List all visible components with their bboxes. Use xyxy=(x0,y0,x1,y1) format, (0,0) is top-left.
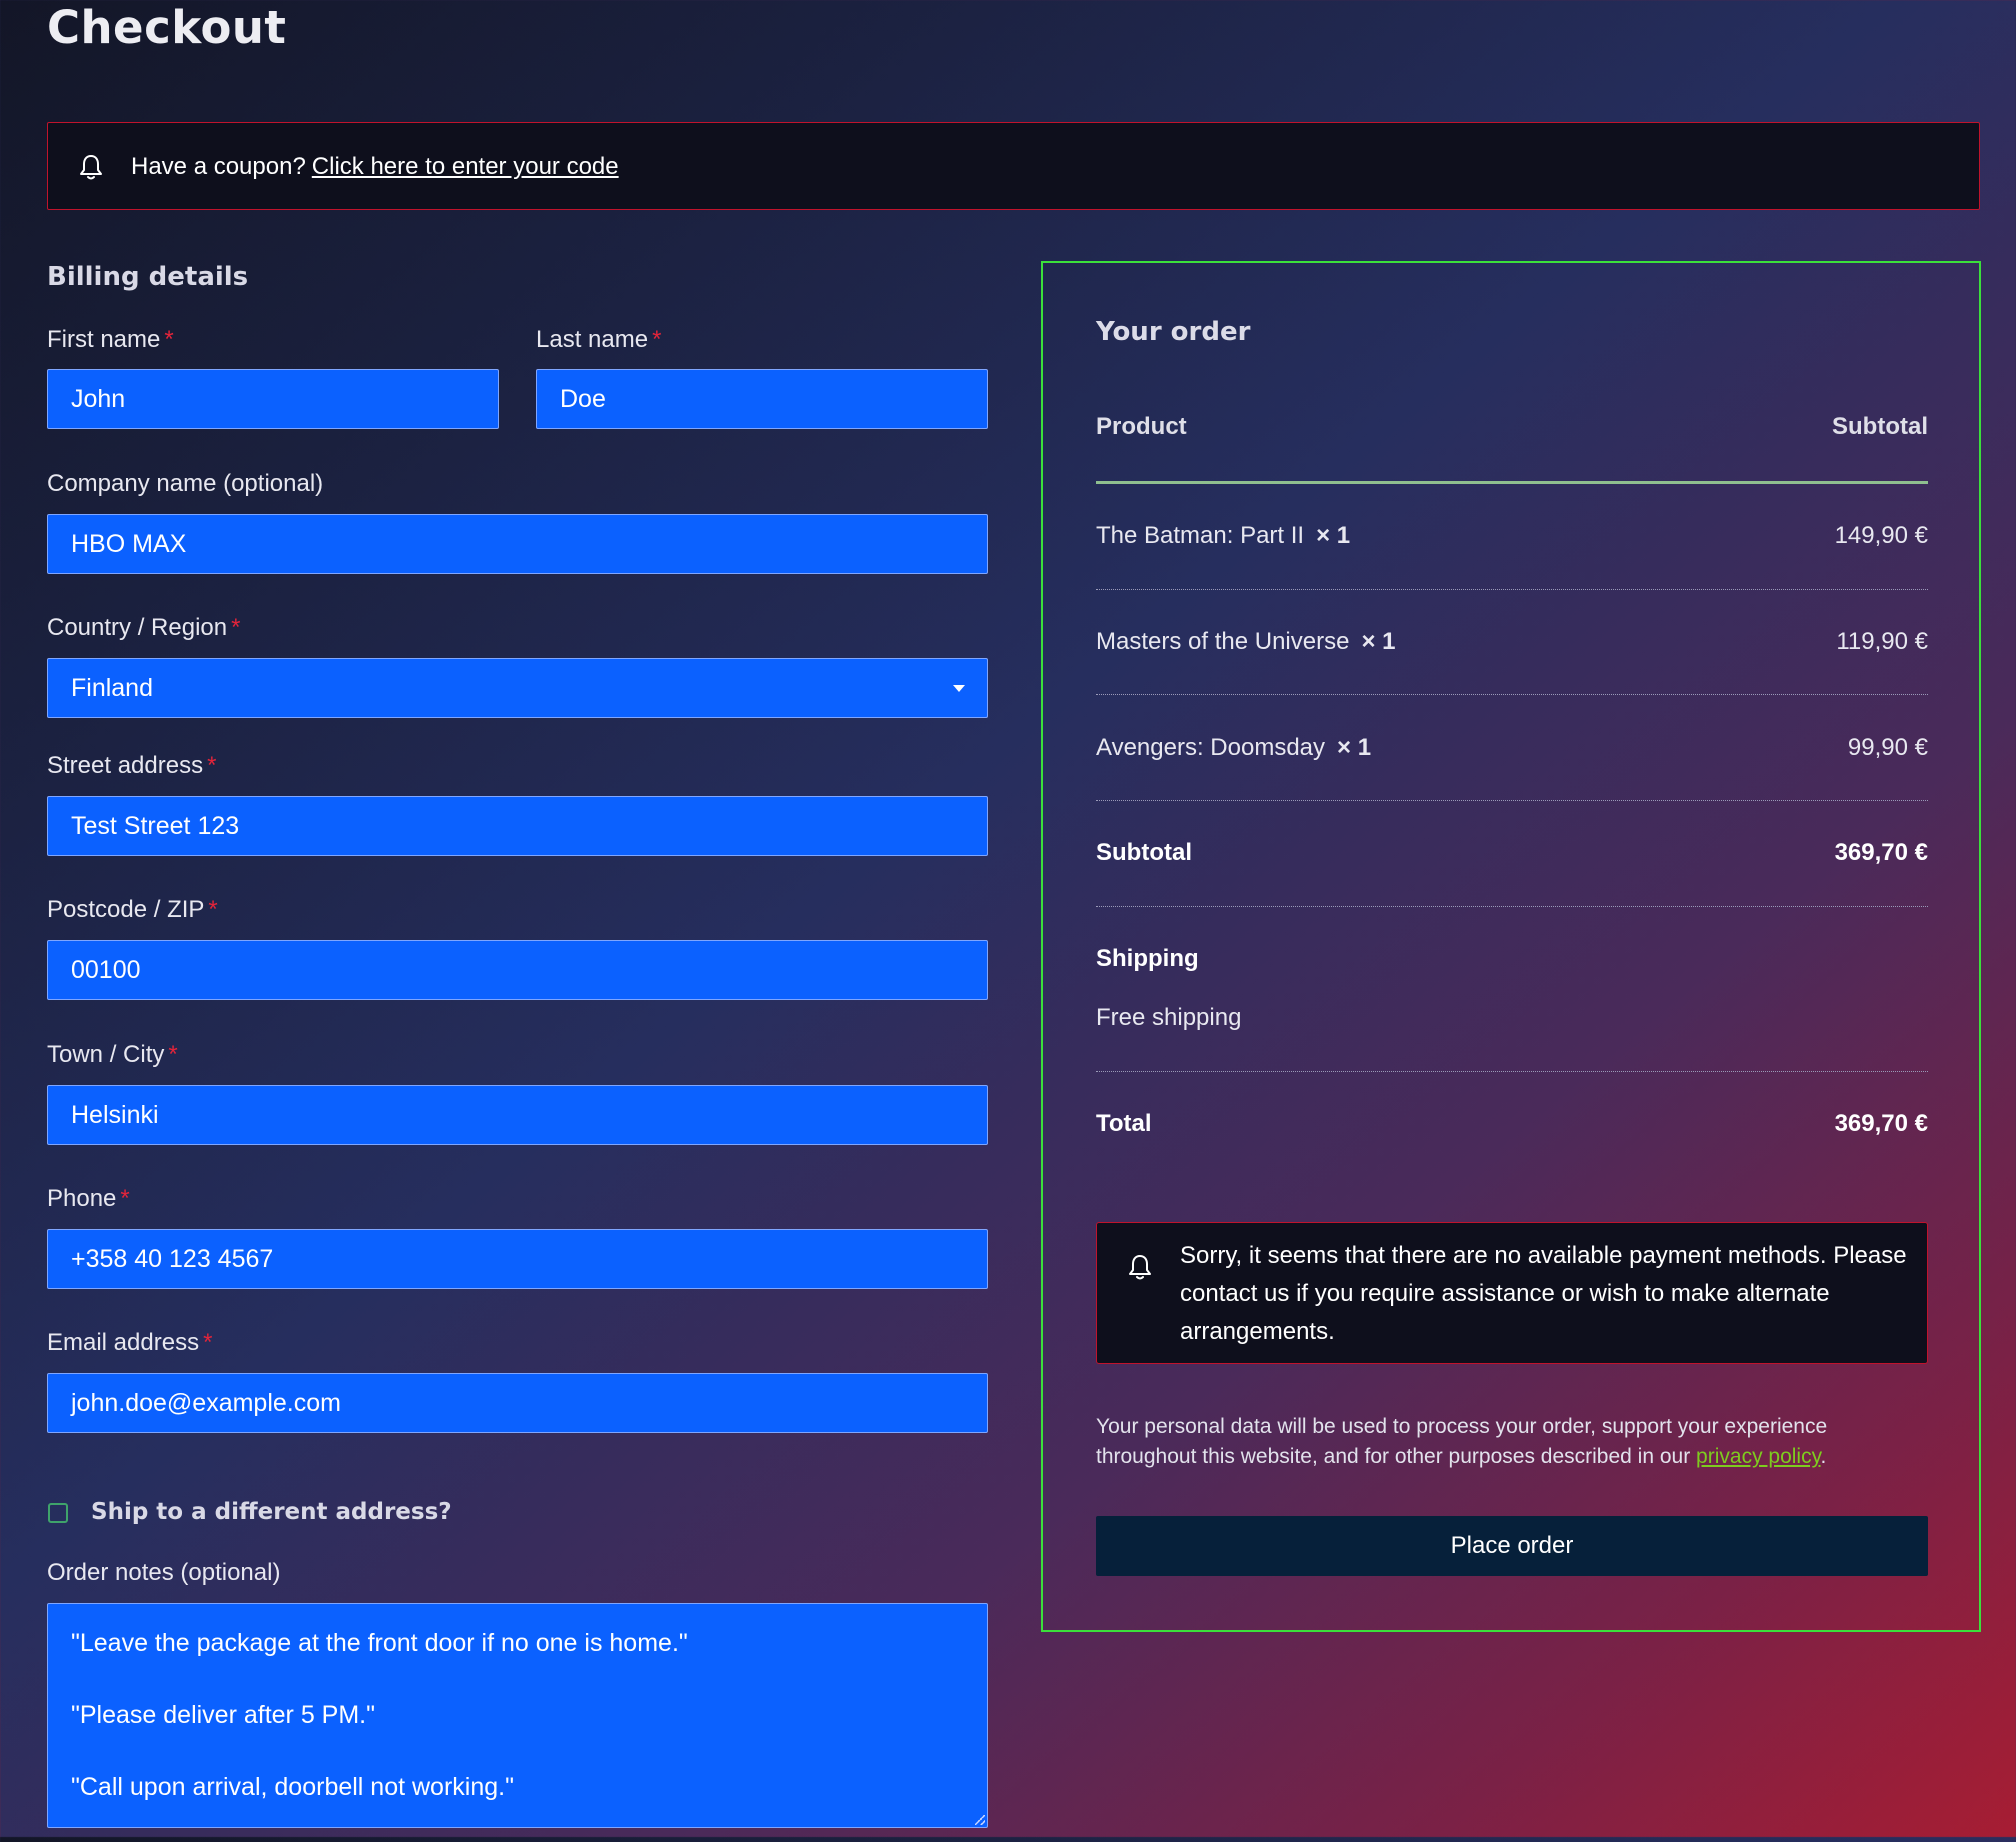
first-name-label: First name * xyxy=(47,325,174,355)
bell-icon xyxy=(80,155,102,180)
first-name-input[interactable]: John xyxy=(47,369,499,429)
order-item-quantity: × 1 xyxy=(1361,628,1396,655)
row-divider xyxy=(1096,1071,1928,1072)
required-asterisk: * xyxy=(208,896,218,923)
street-address-input[interactable]: Test Street 123 xyxy=(47,796,988,856)
email-label: Email address * xyxy=(47,1328,212,1358)
ship-different-label[interactable]: Ship to a different address? xyxy=(91,1496,452,1528)
last-name-label: Last name * xyxy=(536,325,661,355)
coupon-prompt: Have a coupon? xyxy=(131,153,306,180)
postcode-input[interactable]: 00100 xyxy=(47,940,988,1000)
row-divider xyxy=(1096,906,1928,907)
order-item-title: Masters of the Universe xyxy=(1096,628,1350,655)
coupon-message: Have a coupon? Click here to enter your c… xyxy=(131,152,619,182)
privacy-policy-link[interactable]: privacy policy xyxy=(1696,1445,1820,1468)
required-asterisk: * xyxy=(207,752,217,779)
company-input[interactable]: HBO MAX xyxy=(47,514,988,574)
ship-different-checkbox[interactable] xyxy=(48,1503,68,1523)
postcode-label: Postcode / ZIP * xyxy=(47,895,218,925)
required-asterisk: * xyxy=(231,614,241,641)
city-input[interactable]: Helsinki xyxy=(47,1085,988,1145)
company-label: Company name (optional) xyxy=(47,470,324,497)
postcode-label-text: Postcode / ZIP xyxy=(47,896,205,923)
total-label: Total xyxy=(1096,1110,1152,1137)
country-select[interactable]: Finland xyxy=(47,658,988,718)
payment-methods-notice: Sorry, it seems that there are no availa… xyxy=(1096,1222,1928,1364)
subtotal-value: 369,70 € xyxy=(1834,839,1928,866)
city-label-text: Town / City xyxy=(47,1041,165,1068)
order-item-price: 149,90 € xyxy=(1834,522,1928,549)
privacy-notice: Your personal data will be used to proce… xyxy=(1096,1412,1928,1472)
order-note-line: "Call upon arrival, doorbell not working… xyxy=(71,1773,514,1801)
your-order-heading: Your order xyxy=(1096,317,1251,347)
required-asterisk: * xyxy=(203,1329,213,1356)
subtotal-label: Subtotal xyxy=(1096,839,1192,866)
order-item-quantity: × 1 xyxy=(1337,734,1372,761)
country-label-text: Country / Region xyxy=(47,614,228,641)
order-notes-textarea[interactable]: "Leave the package at the front door if … xyxy=(47,1603,988,1828)
order-item-name: Masters of the Universe × 1 xyxy=(1096,628,1395,656)
header-divider xyxy=(1096,481,1928,484)
country-label: Country / Region * xyxy=(47,613,240,643)
resize-grip-icon[interactable] xyxy=(975,1815,985,1825)
row-divider xyxy=(1096,800,1928,801)
order-note-line: "Please deliver after 5 PM." xyxy=(71,1701,375,1729)
order-item-title: The Batman: Part II xyxy=(1096,522,1305,549)
city-label: Town / City * xyxy=(47,1040,178,1070)
order-item-price: 99,90 € xyxy=(1847,734,1928,761)
subtotal-column-header: Subtotal xyxy=(1832,413,1928,440)
required-asterisk: * xyxy=(120,1185,130,1212)
order-item-quantity: × 1 xyxy=(1316,522,1351,549)
street-label: Street address * xyxy=(47,751,216,781)
billing-details-heading: Billing details xyxy=(47,262,249,292)
last-name-input[interactable]: Doe xyxy=(536,369,988,429)
last-name-label-text: Last name xyxy=(536,326,649,353)
phone-label: Phone * xyxy=(47,1184,130,1214)
chevron-down-icon xyxy=(953,685,965,692)
bell-icon xyxy=(1129,1255,1151,1280)
email-label-text: Email address xyxy=(47,1329,200,1356)
order-notes-label: Order notes (optional) xyxy=(47,1559,281,1586)
order-note-line: "Leave the package at the front door if … xyxy=(71,1629,688,1657)
shipping-method: Free shipping xyxy=(1096,1004,1242,1031)
phone-label-text: Phone xyxy=(47,1185,117,1212)
place-order-button[interactable]: Place order xyxy=(1096,1516,1928,1576)
required-asterisk: * xyxy=(164,326,174,353)
street-label-text: Street address xyxy=(47,752,204,779)
total-value: 369,70 € xyxy=(1834,1110,1928,1137)
order-item-name: Avengers: Doomsday × 1 xyxy=(1096,734,1371,762)
coupon-link[interactable]: Click here to enter your code xyxy=(312,153,619,180)
required-asterisk: * xyxy=(168,1041,178,1068)
product-column-header: Product xyxy=(1096,413,1187,440)
required-asterisk: * xyxy=(652,326,662,353)
coupon-notice: Have a coupon? Click here to enter your c… xyxy=(47,122,1980,210)
privacy-notice-suffix: . xyxy=(1820,1445,1827,1468)
phone-input[interactable]: +358 40 123 4567 xyxy=(47,1229,988,1289)
order-item-price: 119,90 € xyxy=(1836,628,1928,655)
payment-notice-text: Sorry, it seems that there are no availa… xyxy=(1180,1242,1907,1345)
country-select-value: Finland xyxy=(71,674,153,702)
email-input[interactable]: john.doe@example.com xyxy=(47,1373,988,1433)
page-title: Checkout xyxy=(47,1,287,54)
order-item-title: Avengers: Doomsday xyxy=(1096,734,1326,761)
first-name-label-text: First name xyxy=(47,326,161,353)
row-divider xyxy=(1096,694,1928,695)
shipping-label: Shipping xyxy=(1096,945,1199,972)
order-item-name: The Batman: Part II × 1 xyxy=(1096,522,1350,550)
row-divider xyxy=(1096,589,1928,590)
